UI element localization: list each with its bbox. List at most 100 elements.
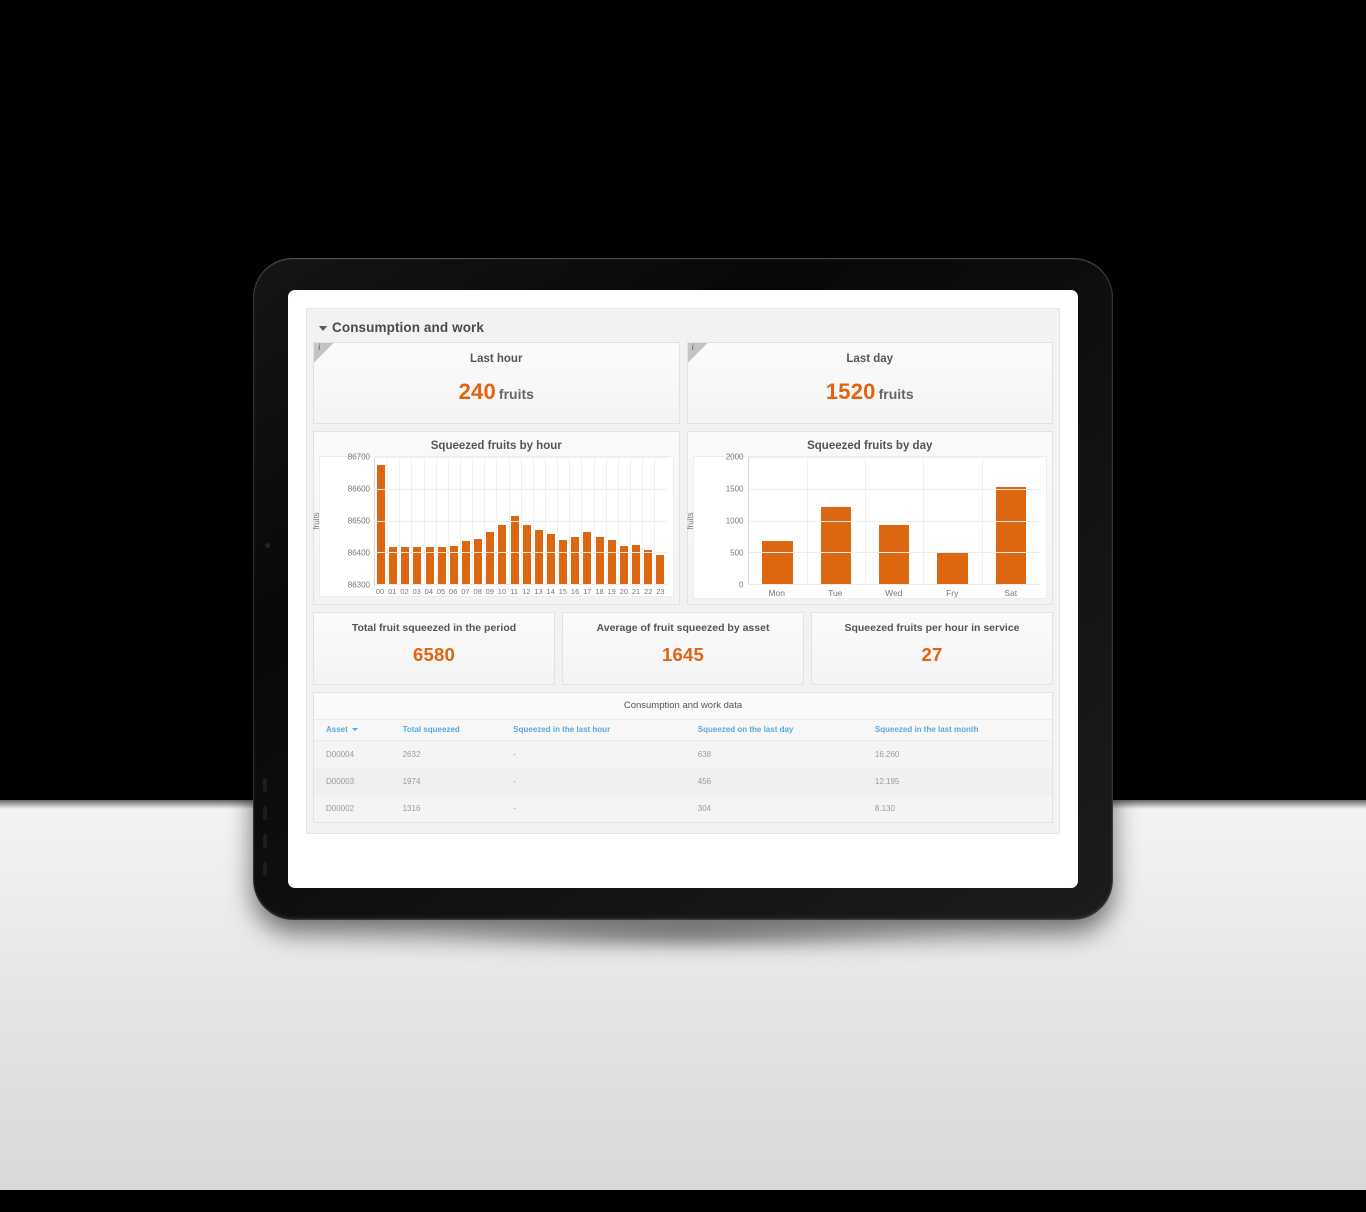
- table-cell-last-month: 8.130: [874, 804, 895, 813]
- bar[interactable]: [644, 550, 653, 584]
- bar[interactable]: [474, 538, 483, 584]
- table-cell-asset: D00004: [326, 750, 355, 759]
- info-fold-icon[interactable]: i: [687, 342, 708, 363]
- bar[interactable]: [762, 540, 793, 584]
- y-tick-label: 86300: [347, 580, 370, 590]
- table-column-header[interactable]: Squeezed in the last hour: [513, 719, 698, 741]
- chart-plot-daily: fruits 0 500 1000 1500 2000 Mon Tue Wed Fry Sat: [686, 453, 1047, 599]
- summary-card-last-hour[interactable]: i Last hour 240 fruits: [313, 342, 680, 424]
- y-axis-ticks: 86300 86400 86500 86600 86700: [332, 453, 374, 590]
- card-value: 240 fruits: [314, 365, 679, 423]
- table-column-header[interactable]: Total squeezed: [402, 719, 514, 741]
- y-tick-label: 0: [739, 580, 744, 590]
- card-value: 27: [812, 634, 1052, 678]
- y-axis-label: fruits: [312, 512, 322, 530]
- bar[interactable]: [583, 531, 592, 584]
- card-value: 1520 fruits: [688, 365, 1053, 423]
- gridline: [748, 520, 1040, 522]
- x-tick-label: 19: [607, 587, 616, 596]
- kpi-card-total[interactable]: Total fruit squeezed in the period 6580: [313, 612, 555, 685]
- kpi-row: Total fruit squeezed in the period 6580 …: [313, 612, 1053, 685]
- gridline: [748, 584, 1040, 585]
- table-row[interactable]: D00002 1316 - 304 8.130: [314, 795, 1052, 822]
- table-column-header-label: Squeezed on the last day: [697, 725, 794, 734]
- bar[interactable]: [547, 534, 556, 584]
- gridline-vertical: [496, 457, 498, 584]
- page-title: Consumption and work: [332, 320, 484, 335]
- x-tick-label: 01: [388, 587, 397, 596]
- side-button-4[interactable]: [263, 862, 267, 876]
- consumption-table: Asset Total squeezed Squeezed in the last …: [314, 719, 1052, 822]
- bar[interactable]: [995, 487, 1026, 584]
- bar[interactable]: [462, 540, 471, 584]
- x-tick-label: Sat: [1004, 588, 1018, 598]
- table-column-header-label: Asset: [326, 725, 348, 734]
- gridline-vertical: [411, 457, 413, 584]
- gridline-vertical: [460, 457, 462, 584]
- side-button-1[interactable]: [263, 778, 267, 792]
- bar[interactable]: [510, 516, 519, 584]
- charts-row: Squeezed fruits by hour fruits 86300 8640…: [312, 431, 1053, 605]
- side-button-2[interactable]: [263, 806, 267, 820]
- bar[interactable]: [595, 537, 604, 584]
- table-cell-last-day: 638: [697, 750, 712, 759]
- gridline-vertical: [865, 457, 867, 584]
- x-tick-label: 15: [558, 587, 568, 596]
- kpi-card-per-hour[interactable]: Squeezed fruits per hour in service 27: [811, 612, 1053, 685]
- table-column-header[interactable]: Squeezed in the last month: [874, 719, 1052, 741]
- table-column-header[interactable]: Asset: [314, 719, 403, 741]
- data-table-panel: Consumption and work data Asset Total squ…: [313, 692, 1053, 823]
- gridline: [748, 457, 1040, 458]
- bar[interactable]: [820, 507, 852, 584]
- kpi-card-average[interactable]: Average of fruit squeezed by asset 1645: [562, 612, 804, 685]
- summary-row: i Last hour 240 fruits i Last day 1520 f…: [313, 342, 1053, 424]
- table-row[interactable]: D00004 2632 - 638 16.260: [314, 740, 1052, 768]
- side-button-3[interactable]: [263, 834, 267, 848]
- bar[interactable]: [559, 539, 568, 584]
- section-header[interactable]: Consumption and work: [313, 315, 1053, 342]
- bar[interactable]: [377, 464, 386, 584]
- y-tick-label: 500: [730, 548, 744, 558]
- gridline-vertical: [654, 457, 656, 584]
- x-tick-label: 00: [375, 587, 385, 596]
- chevron-down-icon[interactable]: [319, 326, 327, 331]
- gridline-vertical: [484, 457, 486, 584]
- table-header-row: Asset Total squeezed Squeezed in the last …: [314, 719, 1052, 741]
- table-column-header[interactable]: Squeezed on the last day: [697, 719, 875, 741]
- info-fold-icon[interactable]: i: [314, 342, 334, 363]
- y-axis-ticks: 0 500 1000 1500 2000: [706, 453, 748, 590]
- gridline-vertical: [569, 457, 571, 584]
- x-tick-label: Mon: [768, 588, 786, 598]
- x-tick-label: 13: [534, 587, 543, 596]
- bar[interactable]: [632, 544, 641, 584]
- gridline-vertical: [387, 457, 389, 584]
- summary-card-last-day[interactable]: i Last day 1520 fruits: [686, 342, 1053, 424]
- card-value-number: 240: [458, 379, 496, 404]
- bar[interactable]: [522, 524, 531, 584]
- chart-card-hourly: Squeezed fruits by hour fruits 86300 8640…: [312, 431, 680, 605]
- bar[interactable]: [656, 554, 665, 584]
- table-body: D00004 2632 - 638 16.260 D00003 1974 - 456 12.195…: [314, 740, 1052, 822]
- chevron-down-icon[interactable]: [351, 728, 358, 732]
- y-tick-label: 86500: [347, 516, 370, 526]
- bar[interactable]: [498, 524, 507, 584]
- gridline-vertical: [630, 457, 632, 584]
- x-axis-ticks: Mon Tue Wed Fry Sat: [694, 585, 1047, 598]
- table-cell-total: 2632: [402, 750, 421, 759]
- bar[interactable]: [571, 537, 580, 584]
- y-tick-label: 1500: [725, 484, 744, 494]
- bar[interactable]: [486, 531, 495, 584]
- bar[interactable]: [534, 530, 543, 584]
- bar[interactable]: [879, 524, 910, 584]
- x-tick-label: 14: [546, 587, 555, 596]
- bar[interactable]: [607, 540, 616, 584]
- gridline: [748, 488, 1040, 490]
- gridline-vertical: [923, 457, 925, 584]
- x-tick-label: 10: [497, 587, 507, 596]
- info-badge-label: i: [318, 342, 321, 352]
- x-tick-label: 09: [485, 587, 494, 596]
- x-tick-label: 05: [436, 587, 446, 596]
- y-tick-label: 86700: [347, 452, 370, 462]
- bar[interactable]: [937, 551, 968, 584]
- table-row[interactable]: D00003 1974 - 456 12.195: [314, 768, 1052, 795]
